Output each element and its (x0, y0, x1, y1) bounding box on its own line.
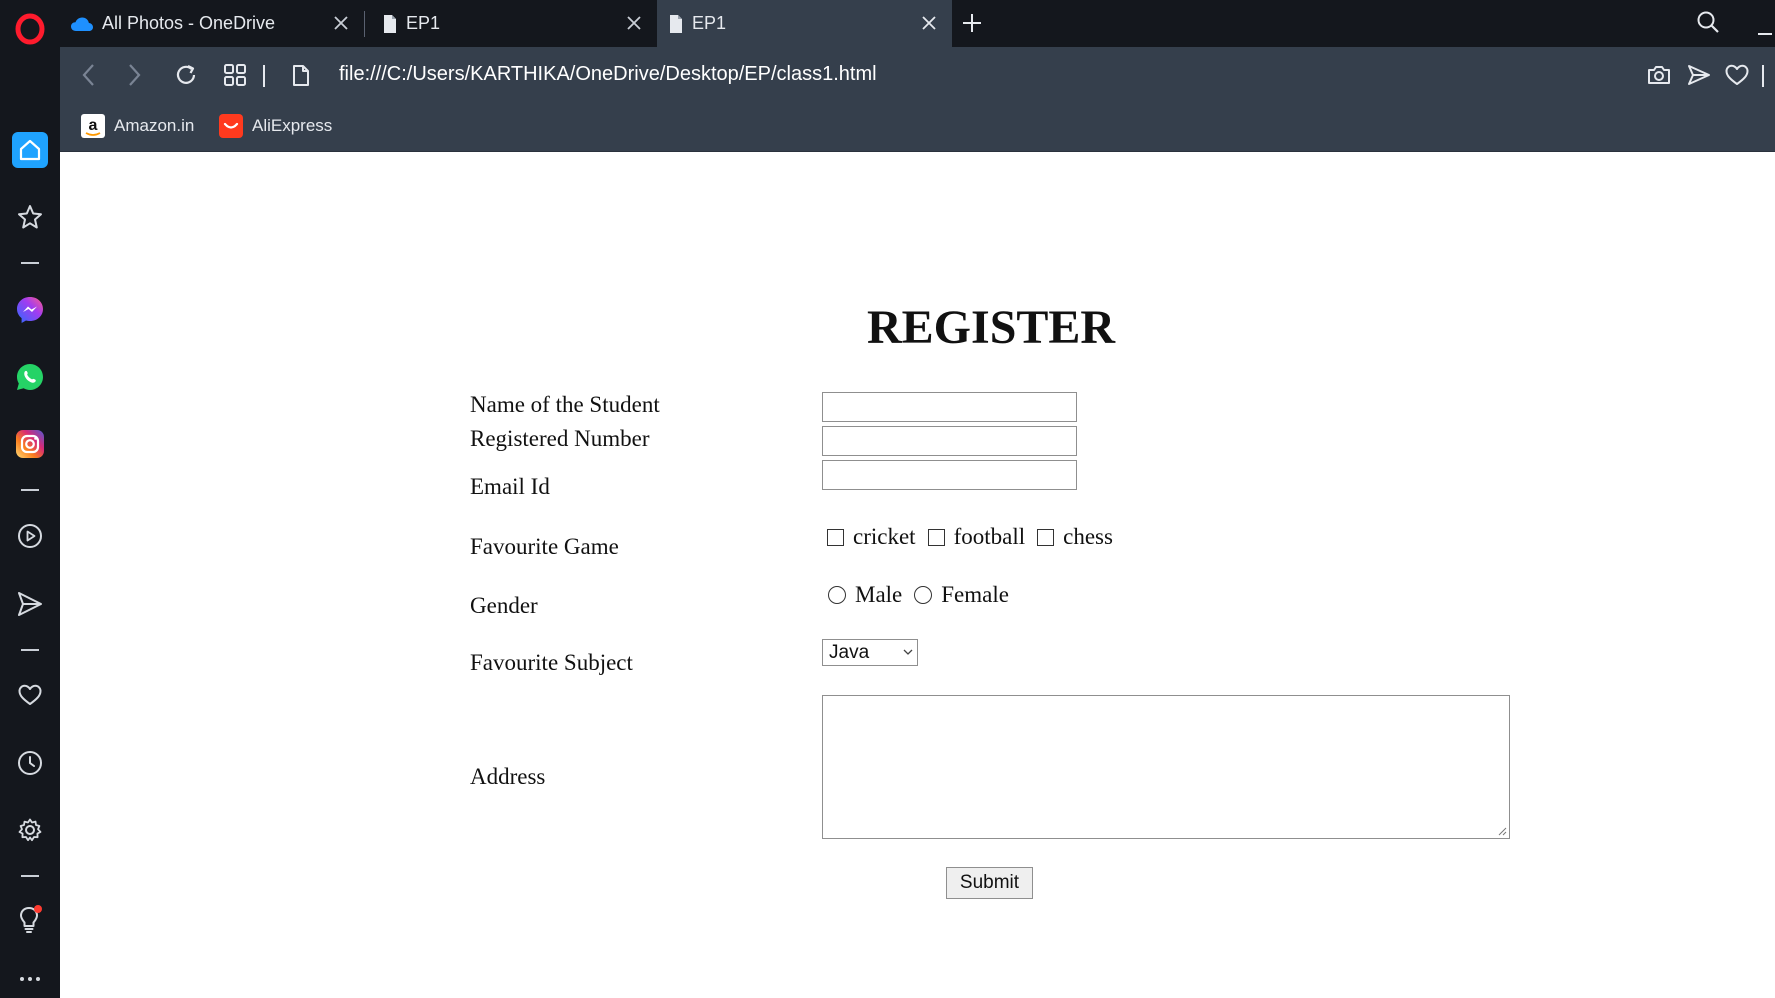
football-label: football (953, 524, 1026, 549)
close-icon[interactable] (625, 14, 643, 32)
tabs-grid-icon[interactable] (222, 62, 248, 88)
sidebar-separator (21, 875, 39, 877)
tab-label: EP1 (406, 13, 441, 33)
chevron-down-icon (903, 648, 913, 656)
sidebar-separator (21, 489, 39, 491)
svg-text:a: a (89, 117, 98, 134)
heart-icon[interactable] (0, 673, 60, 717)
page-content: REGISTER Name of the Student Registered … (60, 152, 1775, 998)
send-icon[interactable] (1686, 62, 1712, 88)
game-label: Favourite Game (470, 534, 619, 559)
new-tab-plus-icon[interactable] (961, 12, 983, 34)
address-bar: file:///C:/Users/KARTHIKA/OneDrive/Deskt… (60, 47, 1775, 105)
close-icon[interactable] (920, 14, 938, 32)
tab-ep1-active[interactable]: EP1 (657, 0, 952, 47)
url-text[interactable]: file:///C:/Users/KARTHIKA/OneDrive/Deskt… (339, 63, 877, 86)
tab-label: EP1 (692, 13, 727, 33)
messenger-icon[interactable] (0, 288, 60, 332)
player-icon[interactable] (0, 514, 60, 558)
snapshot-camera-icon[interactable] (1646, 62, 1672, 88)
file-icon (668, 14, 684, 34)
female-radio[interactable] (914, 586, 933, 604)
email-label: Email Id (470, 474, 550, 499)
bookmark-label: Amazon.in (114, 116, 195, 135)
opera-logo[interactable] (0, 7, 60, 51)
gender-radio-group: Male Female (828, 582, 1021, 608)
file-icon (382, 14, 398, 34)
browser-sidebar (0, 0, 60, 998)
home-icon[interactable] (0, 128, 60, 172)
chess-label: chess (1063, 524, 1113, 549)
bookmark-label: AliExpress (252, 116, 333, 135)
sidebar-separator (21, 262, 39, 264)
more-icon[interactable] (0, 966, 60, 992)
address-label: Address (470, 764, 546, 789)
sidebar-separator (21, 649, 39, 651)
bookmarks-bar: a Amazon.in AliExpress (60, 105, 1775, 152)
name-input[interactable] (822, 392, 1077, 422)
heart-icon[interactable] (1724, 62, 1750, 88)
search-icon[interactable] (1696, 10, 1720, 34)
female-label: Female (941, 582, 1009, 607)
send-icon[interactable] (0, 582, 60, 626)
game-checkbox-group: cricket football chess (827, 524, 1125, 550)
history-icon[interactable] (0, 741, 60, 785)
chess-checkbox[interactable] (1037, 528, 1055, 546)
back-icon[interactable] (80, 62, 98, 88)
submit-button[interactable]: Submit (946, 867, 1033, 899)
subject-label: Favourite Subject (470, 650, 633, 675)
email-input[interactable] (822, 460, 1077, 490)
subject-selected-value: Java (829, 641, 870, 663)
onedrive-icon (70, 16, 94, 32)
tab-label: All Photos - OneDrive (102, 13, 276, 33)
page-info-icon[interactable] (291, 62, 311, 88)
resize-grip-icon[interactable] (1497, 826, 1507, 836)
settings-icon[interactable] (0, 808, 60, 852)
reload-icon[interactable] (173, 62, 199, 88)
tab-ep1[interactable]: EP1 (370, 0, 657, 47)
male-label: Male (855, 582, 903, 607)
bookmark-amazon[interactable]: a Amazon.in (81, 114, 194, 138)
football-checkbox[interactable] (927, 528, 945, 546)
tab-divider (364, 11, 365, 37)
tab-onedrive[interactable]: All Photos - OneDrive (70, 0, 364, 47)
instagram-icon[interactable] (0, 422, 60, 466)
star-icon[interactable] (0, 195, 60, 239)
regno-label: Registered Number (470, 426, 650, 451)
aliexpress-icon (219, 114, 243, 138)
lightbulb-icon[interactable] (0, 898, 60, 942)
male-radio[interactable] (828, 586, 846, 604)
close-icon[interactable] (332, 14, 350, 32)
bookmark-aliexpress[interactable]: AliExpress (219, 114, 332, 138)
cricket-checkbox[interactable] (827, 528, 844, 546)
minimize-icon[interactable] (1758, 33, 1772, 35)
cricket-label: cricket (853, 524, 916, 549)
tab-strip: All Photos - OneDrive EP1 EP1 (60, 0, 1775, 47)
regno-input[interactable] (822, 426, 1077, 456)
subject-select[interactable]: Java (822, 639, 918, 666)
page-title: REGISTER (867, 301, 1116, 354)
toolbar-separator (1762, 65, 1764, 87)
name-label: Name of the Student (470, 392, 660, 417)
amazon-icon: a (81, 114, 105, 138)
gender-label: Gender (470, 593, 538, 618)
address-textarea[interactable] (822, 695, 1510, 839)
toolbar-separator (263, 65, 265, 87)
forward-icon[interactable] (125, 62, 143, 88)
whatsapp-icon[interactable] (0, 355, 60, 399)
